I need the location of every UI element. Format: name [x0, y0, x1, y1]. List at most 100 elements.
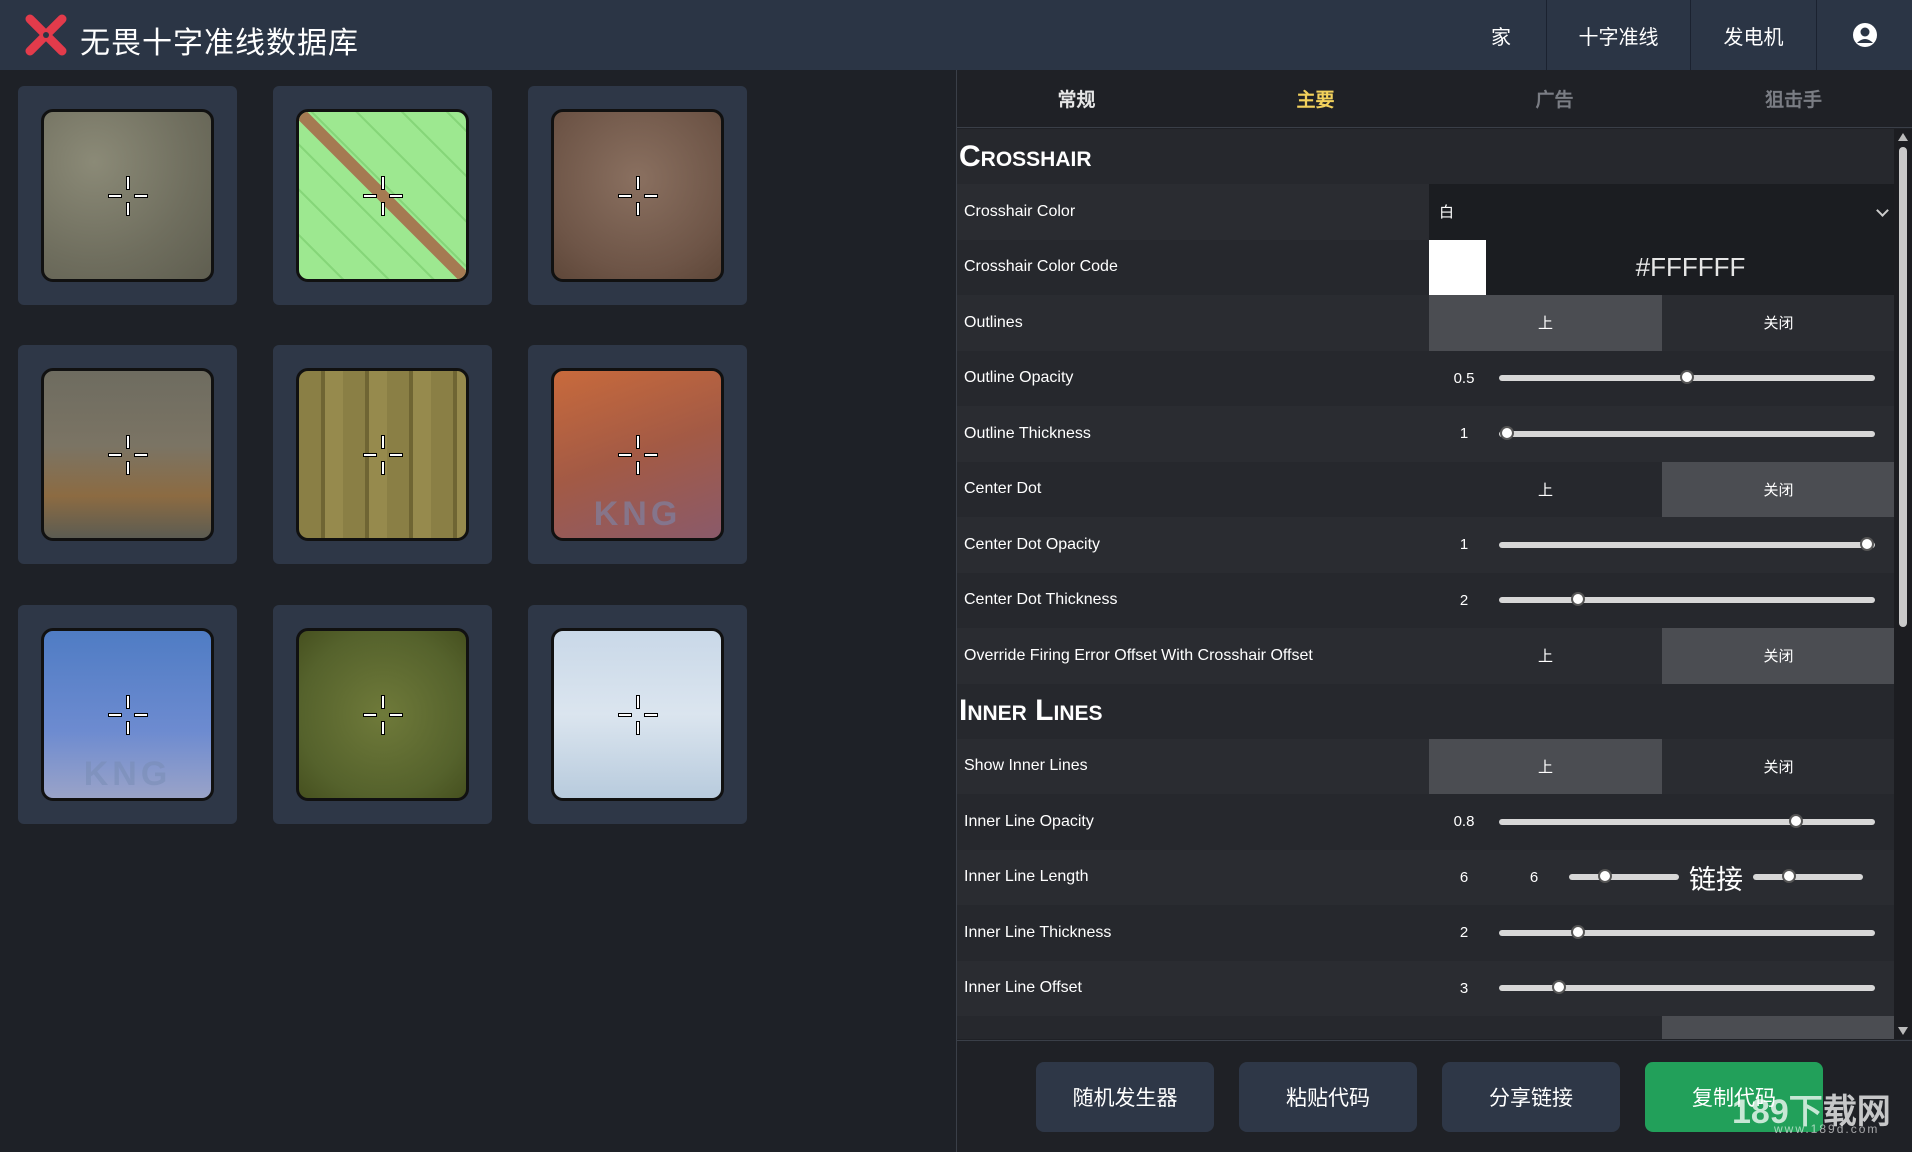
preview-tile[interactable] — [18, 345, 237, 564]
slider-value: 1 — [1459, 425, 1469, 443]
nav-generator[interactable]: 发电机 — [1690, 0, 1816, 70]
toggle-on-button[interactable]: 上 — [1429, 738, 1662, 794]
slider-handle[interactable] — [1782, 869, 1797, 884]
random-generator-button[interactable]: 随机发生器 — [1036, 1062, 1214, 1132]
inner-line-length-slider[interactable] — [1569, 869, 1679, 884]
user-icon — [1852, 23, 1877, 47]
preview-background — [296, 109, 469, 282]
settings-list: Crosshair Crosshair Color 白 Crosshair Co… — [957, 129, 1895, 1039]
toggle-off-button[interactable]: 关闭 — [1662, 461, 1895, 517]
tab-general[interactable]: 常规 — [957, 70, 1196, 127]
toggle-on-button[interactable]: 上 — [1429, 295, 1662, 351]
setting-inner-line-length: Inner Line Length 6 6 链接 — [957, 849, 1895, 905]
setting-label: Override Firing Error Offset With Crossh… — [964, 646, 1313, 664]
setting-label: Inner Line Thickness — [964, 923, 1112, 941]
nav-home[interactable]: 家 — [1456, 0, 1546, 70]
slider-handle[interactable] — [1570, 924, 1585, 939]
toggle-off-button[interactable]: 关闭 — [1662, 739, 1895, 795]
preview-background — [41, 109, 214, 282]
setting-label: Show Inner Lines — [964, 757, 1088, 775]
preview-tile[interactable] — [273, 86, 492, 305]
top-header: 无畏十字准线数据库 家 十字准线 发电机 — [0, 0, 1912, 70]
slider-handle[interactable] — [1680, 370, 1694, 385]
setting-crosshair-color: Crosshair Color 白 — [957, 184, 1895, 240]
user-account-icon[interactable] — [1816, 0, 1912, 70]
tab-primary[interactable]: 主要 — [1196, 70, 1435, 127]
crosshair-preview-icon — [618, 435, 658, 475]
setting-label: Inner Line Length — [964, 868, 1089, 886]
preview-tile[interactable] — [528, 86, 747, 305]
outline-opacity-slider[interactable] — [1499, 370, 1875, 385]
preview-tile[interactable] — [528, 605, 747, 824]
preview-background — [296, 368, 469, 541]
profile-tabs: 常规 主要 广告 狙击手 — [957, 70, 1912, 128]
setting-crosshair-color-code: Crosshair Color Code #FFFFFF — [957, 239, 1895, 295]
setting-label: Outline Opacity — [964, 369, 1074, 387]
preview-tile[interactable]: KNG — [18, 605, 237, 824]
slider-value-secondary: 6 — [1529, 868, 1539, 886]
preview-background: KNG — [41, 628, 214, 801]
color-code-input[interactable]: #FFFFFF — [1486, 239, 1895, 295]
app-title[interactable]: 无畏十字准线数据库 — [80, 18, 359, 62]
share-link-button[interactable]: 分享链接 — [1442, 1062, 1620, 1132]
setting-center-dot-opacity: Center Dot Opacity 1 — [957, 517, 1895, 573]
slider-handle[interactable] — [1789, 813, 1804, 828]
tab-ads[interactable]: 广告 — [1435, 70, 1674, 127]
toggle-on-button[interactable]: 上 — [1429, 462, 1662, 518]
preview-background — [551, 109, 724, 282]
setting-show-inner-lines: Show Inner Lines 上关闭 — [957, 738, 1895, 795]
preview-tile[interactable] — [273, 605, 492, 824]
crosshair-color-select[interactable]: 白 — [1429, 184, 1895, 240]
settings-scrollbar[interactable] — [1894, 129, 1912, 1039]
scroll-thumb[interactable] — [1899, 147, 1907, 627]
slider-value: 6 — [1459, 868, 1469, 886]
paste-code-button[interactable]: 粘贴代码 — [1239, 1062, 1417, 1132]
toggle-off-button[interactable]: 关闭 — [1662, 295, 1895, 351]
link-toggle[interactable]: 链接 — [1679, 858, 1753, 897]
slider-value: 0.5 — [1453, 369, 1475, 387]
scroll-up-arrow-icon[interactable] — [1898, 133, 1908, 141]
chevron-down-icon — [1876, 204, 1889, 217]
section-title-inner-lines: Inner Lines — [957, 683, 1895, 739]
preview-background: KNG — [551, 368, 724, 541]
tab-sniper[interactable]: 狙击手 — [1674, 70, 1912, 127]
setting-label: Inner Line Opacity — [964, 812, 1094, 830]
crosshair-preview-icon — [108, 435, 148, 475]
preview-tile[interactable]: KNG — [528, 345, 747, 564]
setting-label: Crosshair Color Code — [964, 258, 1118, 276]
slider-value: 2 — [1459, 924, 1469, 942]
center-dot-thickness-slider[interactable] — [1499, 592, 1875, 607]
inner-line-length-vertical-slider[interactable] — [1753, 869, 1863, 884]
crosshair-preview-icon — [618, 176, 658, 216]
inner-line-opacity-slider[interactable] — [1499, 813, 1875, 828]
crosshair-preview-icon — [363, 176, 403, 216]
toggle-off-button[interactable]: 关闭 — [1662, 628, 1895, 684]
center-dot-opacity-slider[interactable] — [1499, 536, 1875, 551]
logo-icon[interactable] — [24, 13, 68, 57]
slider-value: 2 — [1459, 591, 1469, 609]
setting-label: Center Dot — [964, 480, 1042, 498]
preview-tile[interactable] — [273, 345, 492, 564]
setting-center-dot-thickness: Center Dot Thickness 2 — [957, 572, 1895, 628]
setting-label: Outline Thickness — [964, 424, 1091, 442]
slider-handle[interactable] — [1570, 592, 1585, 607]
inner-line-thickness-slider[interactable] — [1499, 924, 1875, 939]
slider-handle[interactable] — [1860, 536, 1875, 551]
slider-handle[interactable] — [1499, 425, 1514, 440]
setting-center-dot: Center Dot 上关闭 — [957, 461, 1895, 518]
setting-inner-line-opacity: Inner Line Opacity 0.8 — [957, 794, 1895, 850]
top-nav: 家 十字准线 发电机 — [1456, 0, 1912, 70]
setting-label: Center Dot Opacity — [964, 535, 1101, 553]
preview-background — [296, 628, 469, 801]
setting-label: Outlines — [964, 313, 1023, 331]
setting-label: Center Dot Thickness — [964, 591, 1118, 609]
nav-crosshair[interactable]: 十字准线 — [1546, 0, 1690, 70]
preview-tile[interactable] — [18, 86, 237, 305]
slider-handle[interactable] — [1598, 869, 1613, 884]
toggle-on-button[interactable]: 上 — [1429, 628, 1662, 684]
kng-logo-text: KNG — [83, 755, 172, 793]
color-swatch[interactable] — [1429, 239, 1486, 295]
setting-inner-line-thickness: Inner Line Thickness 2 — [957, 905, 1895, 961]
setting-label: Crosshair Color — [964, 202, 1076, 220]
outline-thickness-slider[interactable] — [1499, 425, 1875, 440]
